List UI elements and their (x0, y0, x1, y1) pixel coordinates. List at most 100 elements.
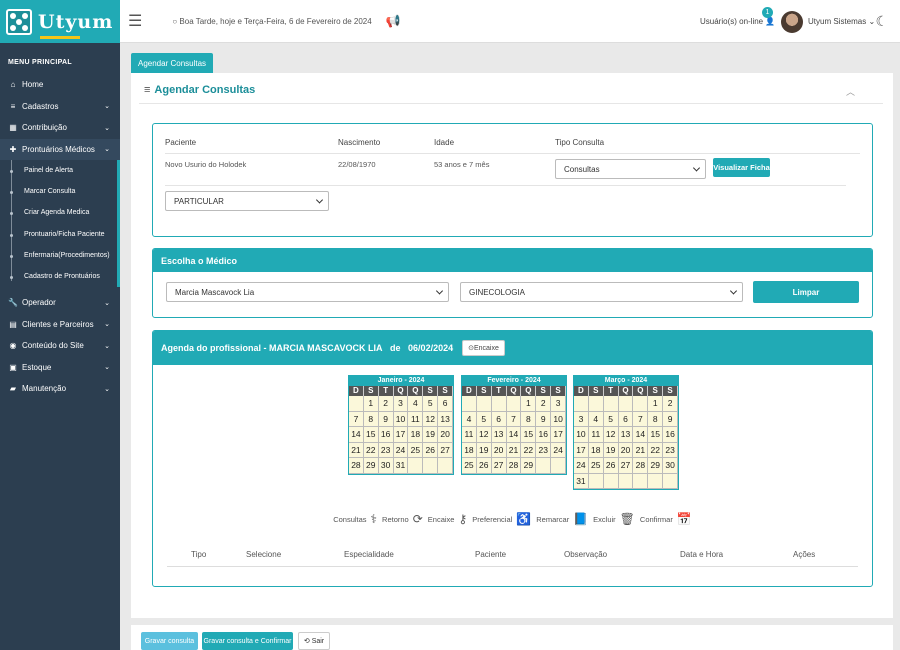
calendar-day[interactable]: 12 (476, 427, 492, 443)
calendar-day[interactable]: 4 (408, 396, 424, 412)
calendar-day[interactable]: 17 (393, 427, 409, 443)
calendar-day[interactable]: 6 (438, 396, 454, 412)
calendar-day[interactable]: 20 (618, 442, 634, 458)
megaphone-icon[interactable]: 📢 (386, 14, 401, 28)
avatar[interactable] (781, 11, 803, 33)
calendar-day[interactable]: 1 (648, 396, 664, 412)
calendar-day[interactable]: 21 (349, 442, 364, 458)
save-button[interactable]: Gravar consulta (141, 632, 198, 650)
calendar-day[interactable]: 22 (363, 442, 379, 458)
sidebar-subitem[interactable]: Criar Agenda Medica (0, 202, 117, 223)
sidebar-item-13[interactable]: ▣ Estoque ⌄ (0, 357, 120, 379)
sidebar-item-11[interactable]: ▤ Clientes e Parceiros ⌄ (0, 314, 120, 336)
save-confirm-button[interactable]: Gravar consulta e Confirmar (202, 632, 293, 650)
moon-icon[interactable]: ☾ (875, 13, 888, 30)
calendar-day[interactable]: 13 (491, 427, 507, 443)
calendar-day[interactable]: 7 (506, 411, 522, 427)
calendar-day[interactable]: 19 (603, 442, 619, 458)
calendar-day[interactable]: 17 (574, 442, 589, 458)
calendar-day[interactable]: 28 (633, 458, 649, 474)
plan-select[interactable]: PARTICULAR (165, 191, 329, 211)
calendar-day[interactable]: 9 (536, 411, 552, 427)
sidebar-item-3[interactable]: ✚ Prontuários Médicos ⌄ (0, 138, 120, 160)
calendar-day[interactable]: 25 (408, 442, 424, 458)
calendar-day[interactable]: 6 (618, 411, 634, 427)
calendar-day[interactable]: 5 (476, 411, 492, 427)
calendar-day[interactable]: 2 (536, 396, 552, 412)
calendar-day[interactable]: 24 (551, 442, 567, 458)
calendar-day[interactable]: 5 (603, 411, 619, 427)
calendar-day[interactable]: 29 (363, 458, 379, 474)
calendar-day[interactable]: 26 (476, 458, 492, 474)
calendar-day[interactable]: 23 (378, 442, 394, 458)
calendar-day[interactable]: 8 (648, 411, 664, 427)
calendar-day[interactable]: 3 (551, 396, 567, 412)
calendar-day[interactable]: 25 (462, 458, 477, 474)
encaixe-button[interactable]: ⊙Encaixe (462, 340, 505, 356)
calendar-day[interactable]: 26 (423, 442, 439, 458)
calendar-day[interactable]: 23 (536, 442, 552, 458)
calendar-day[interactable]: 11 (588, 427, 604, 443)
calendar-day[interactable]: 1 (521, 396, 537, 412)
sidebar-item-10[interactable]: 🔧 Operador ⌄ (0, 292, 120, 314)
calendar-day[interactable]: 14 (633, 427, 649, 443)
calendar-day[interactable]: 12 (603, 427, 619, 443)
calendar-day[interactable]: 19 (476, 442, 492, 458)
calendar-day[interactable]: 21 (506, 442, 522, 458)
calendar-day[interactable]: 28 (506, 458, 522, 474)
sidebar-subitem[interactable]: Marcar Consulta (0, 181, 117, 202)
tab-agendar-consultas[interactable]: Agendar Consultas (131, 53, 214, 74)
calendar-day[interactable]: 21 (633, 442, 649, 458)
calendar-day[interactable]: 4 (588, 411, 604, 427)
exit-button[interactable]: ⟲ Sair (298, 632, 330, 650)
calendar-day[interactable]: 7 (349, 411, 364, 427)
calendar-day[interactable]: 22 (648, 442, 664, 458)
calendar-day[interactable]: 22 (521, 442, 537, 458)
calendar-day[interactable]: 11 (408, 411, 424, 427)
calendar-day[interactable]: 14 (349, 427, 364, 443)
sidebar-subitem[interactable]: Enfermaria(Procedimentos) (0, 245, 117, 266)
specialty-select[interactable]: GINECOLOGIA (460, 282, 743, 302)
calendar-day[interactable]: 13 (618, 427, 634, 443)
calendar-day[interactable]: 25 (588, 458, 604, 474)
calendar-day[interactable]: 27 (438, 442, 454, 458)
calendar-day[interactable]: 2 (663, 396, 679, 412)
sidebar-subitem[interactable]: Painel de Alerta (0, 160, 117, 181)
calendar-day[interactable]: 29 (521, 458, 537, 474)
calendar-day[interactable]: 4 (462, 411, 477, 427)
calendar-day[interactable]: 2 (378, 396, 394, 412)
calendar-day[interactable]: 24 (574, 458, 589, 474)
calendar-day[interactable]: 14 (506, 427, 522, 443)
calendar-day[interactable]: 16 (536, 427, 552, 443)
calendar-day[interactable]: 29 (648, 458, 664, 474)
sidebar-item-0[interactable]: ⌂ Home (0, 74, 120, 96)
calendar-day[interactable]: 10 (574, 427, 589, 443)
sidebar-item-14[interactable]: ▰ Manutenção ⌄ (0, 378, 120, 400)
calendar-day[interactable]: 26 (603, 458, 619, 474)
sidebar-subitem[interactable]: Cadastro de Prontuários (0, 266, 117, 287)
logo[interactable]: Utyum (0, 0, 120, 43)
doctor-select[interactable]: Marcia Mascavock Lia (166, 282, 449, 302)
consult-type-select[interactable]: Consultas (555, 159, 706, 179)
calendar-day[interactable]: 16 (378, 427, 394, 443)
calendar-day[interactable]: 18 (462, 442, 477, 458)
calendar-day[interactable]: 11 (462, 427, 477, 443)
calendar-day[interactable]: 5 (423, 396, 439, 412)
sidebar-subitem[interactable]: Prontuario/Ficha Paciente (0, 224, 117, 245)
calendar-day[interactable]: 28 (349, 458, 364, 474)
calendar-day[interactable]: 12 (423, 411, 439, 427)
calendar-day[interactable]: 10 (393, 411, 409, 427)
calendar-day[interactable]: 18 (408, 427, 424, 443)
calendar-day[interactable]: 15 (648, 427, 664, 443)
calendar-day[interactable]: 15 (521, 427, 537, 443)
calendar-day[interactable]: 16 (663, 427, 679, 443)
calendar-day[interactable]: 8 (363, 411, 379, 427)
calendar-day[interactable]: 3 (393, 396, 409, 412)
calendar-day[interactable]: 8 (521, 411, 537, 427)
calendar-day[interactable]: 20 (438, 427, 454, 443)
online-users[interactable]: Usuário(s) on-line 👤 (700, 17, 775, 26)
calendar-day[interactable]: 17 (551, 427, 567, 443)
view-record-button[interactable]: Visualizar Ficha (713, 158, 770, 177)
calendar-day[interactable]: 18 (588, 442, 604, 458)
calendar-day[interactable]: 27 (618, 458, 634, 474)
